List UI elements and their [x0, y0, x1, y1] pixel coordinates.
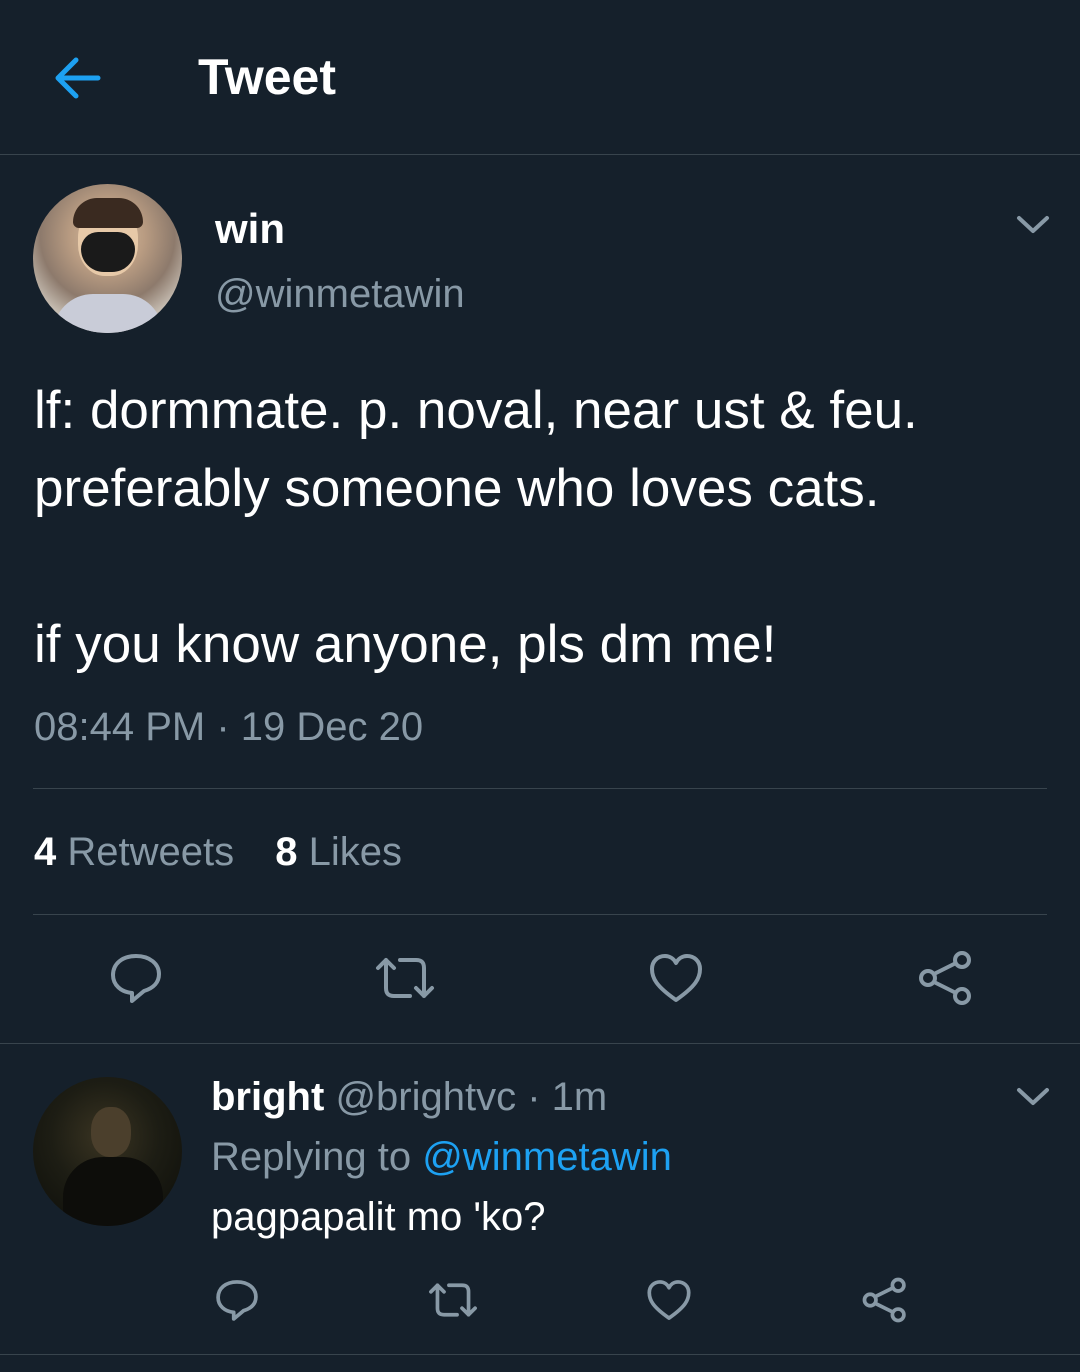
replying-to: Replying to @winmetawin	[211, 1135, 672, 1180]
back-arrow-icon[interactable]	[52, 52, 104, 104]
separator: ·	[516, 1075, 552, 1119]
retweet-icon[interactable]	[372, 950, 438, 1011]
like-icon[interactable]	[646, 1277, 692, 1328]
engagement-stats: 4 Retweets 8 Likes	[34, 830, 432, 875]
chevron-down-icon[interactable]	[1016, 1086, 1050, 1108]
separator: ·	[205, 705, 241, 749]
tweet-line: if you know anyone, pls dm me!	[34, 615, 777, 674]
reply-age: 1m	[551, 1075, 608, 1119]
replying-label: Replying to	[211, 1135, 412, 1179]
tweet-line: preferably someone who loves cats.	[34, 459, 880, 518]
divider	[0, 1354, 1080, 1355]
divider	[0, 1043, 1080, 1044]
retweets-count: 4	[34, 830, 57, 874]
retweet-icon[interactable]	[426, 1277, 480, 1328]
retweets-stat[interactable]: 4 Retweets	[34, 830, 234, 875]
page-title: Tweet	[198, 49, 336, 105]
chevron-down-icon[interactable]	[1016, 214, 1050, 236]
reply-author-handle[interactable]: @brightvc	[335, 1075, 516, 1119]
author-name[interactable]: win	[215, 205, 285, 253]
top-bar: Tweet	[0, 0, 1080, 155]
tweet-timestamp[interactable]: 08:44 PM · 19 Dec 20	[34, 705, 423, 750]
replying-to-link[interactable]: @winmetawin	[422, 1135, 672, 1179]
likes-stat[interactable]: 8 Likes	[275, 830, 402, 875]
author-handle[interactable]: @winmetawin	[215, 272, 465, 317]
like-icon[interactable]	[648, 950, 704, 1011]
reply-author-name[interactable]: bright	[211, 1075, 324, 1119]
tweet-text: lf: dormmate. p. noval, near ust & feu. …	[34, 372, 1054, 684]
reply-header: bright @brightvc · 1m	[211, 1075, 607, 1120]
avatar[interactable]	[33, 1077, 182, 1226]
reply-icon[interactable]	[214, 1277, 260, 1328]
divider	[33, 788, 1047, 789]
share-icon[interactable]	[918, 950, 974, 1011]
avatar[interactable]	[33, 184, 182, 333]
divider	[33, 914, 1047, 915]
reply-text: pagpapalit mo 'ko?	[211, 1195, 546, 1239]
retweets-label: Retweets	[67, 830, 235, 874]
reply-icon[interactable]	[108, 950, 164, 1011]
tweet-time: 08:44 PM	[34, 705, 206, 749]
tweet-date: 19 Dec 20	[240, 705, 424, 749]
share-icon[interactable]	[862, 1277, 908, 1328]
likes-label: Likes	[308, 830, 403, 874]
likes-count: 8	[275, 830, 298, 874]
tweet-line: lf: dormmate. p. noval, near ust & feu.	[34, 381, 918, 440]
